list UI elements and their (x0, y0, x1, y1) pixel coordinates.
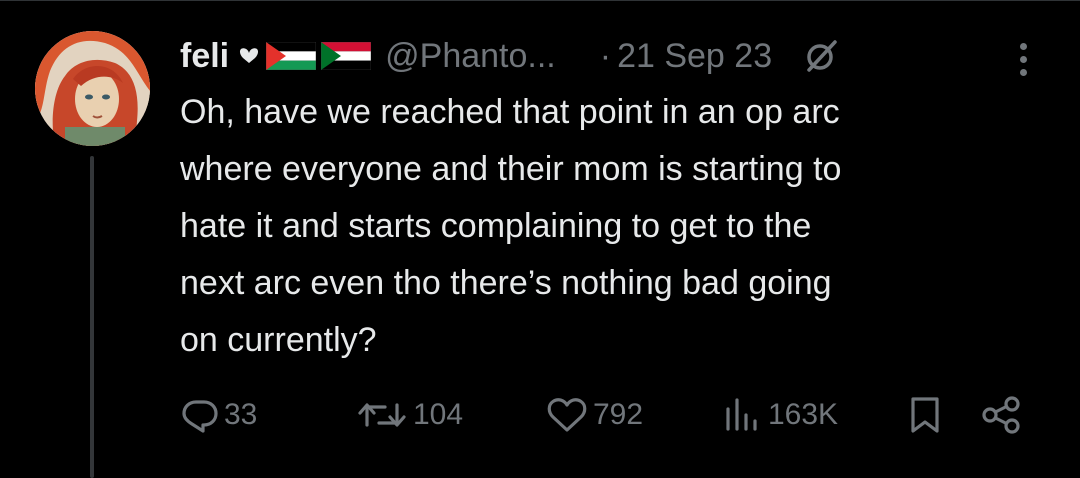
repost-icon (358, 403, 406, 427)
views-button[interactable]: 163K (720, 392, 838, 438)
author-handle[interactable]: @Phanto... (385, 37, 556, 76)
reply-icon (182, 400, 218, 433)
like-button[interactable]: 792 (545, 392, 643, 438)
bookmark-button[interactable] (905, 392, 945, 438)
heart-outline-icon (547, 398, 587, 432)
avatar[interactable] (35, 31, 150, 146)
like-count: 792 (593, 398, 644, 431)
tweet-text-line: Oh, have we reached that point in an op … (180, 93, 840, 131)
thread-line (90, 156, 94, 478)
name-decorations (237, 42, 372, 70)
separator-dot: · (599, 36, 612, 75)
share-icon (982, 396, 1020, 434)
tweet-text-line: hate it and starts complaining to get to… (180, 207, 812, 245)
avatar-image (35, 31, 150, 146)
more-options-icon[interactable] (1008, 40, 1038, 78)
sudan-flag-icon (321, 42, 372, 70)
palestine-flag-icon (266, 42, 317, 70)
tweet-date[interactable]: 21 Sep 23 (617, 37, 772, 76)
repost-count: 104 (413, 398, 464, 431)
reply-button[interactable]: 33 (180, 392, 257, 438)
author-name[interactable]: feli (180, 37, 229, 76)
heart-icon (240, 48, 259, 63)
views-icon (726, 398, 757, 431)
tweet-text-line: where everyone and their mom is starting… (180, 150, 842, 188)
action-bar: 33 104 792 163K (180, 392, 1040, 438)
tweet-header: feli @Phanto... · 21 Sep 23 (180, 34, 838, 78)
reply-count: 33 (224, 398, 258, 431)
views-count: 163K (768, 398, 839, 431)
repost-button[interactable]: 104 (355, 392, 463, 438)
bookmark-icon (911, 397, 939, 433)
share-button[interactable] (980, 392, 1024, 438)
tweet-text: Oh, have we reached that point in an op … (180, 84, 1060, 369)
top-divider (0, 0, 1080, 1)
grok-icon[interactable] (804, 39, 838, 73)
tweet-text-line: on currently? (180, 321, 377, 359)
tweet-text-line: next arc even tho there’s nothing bad go… (180, 264, 832, 302)
